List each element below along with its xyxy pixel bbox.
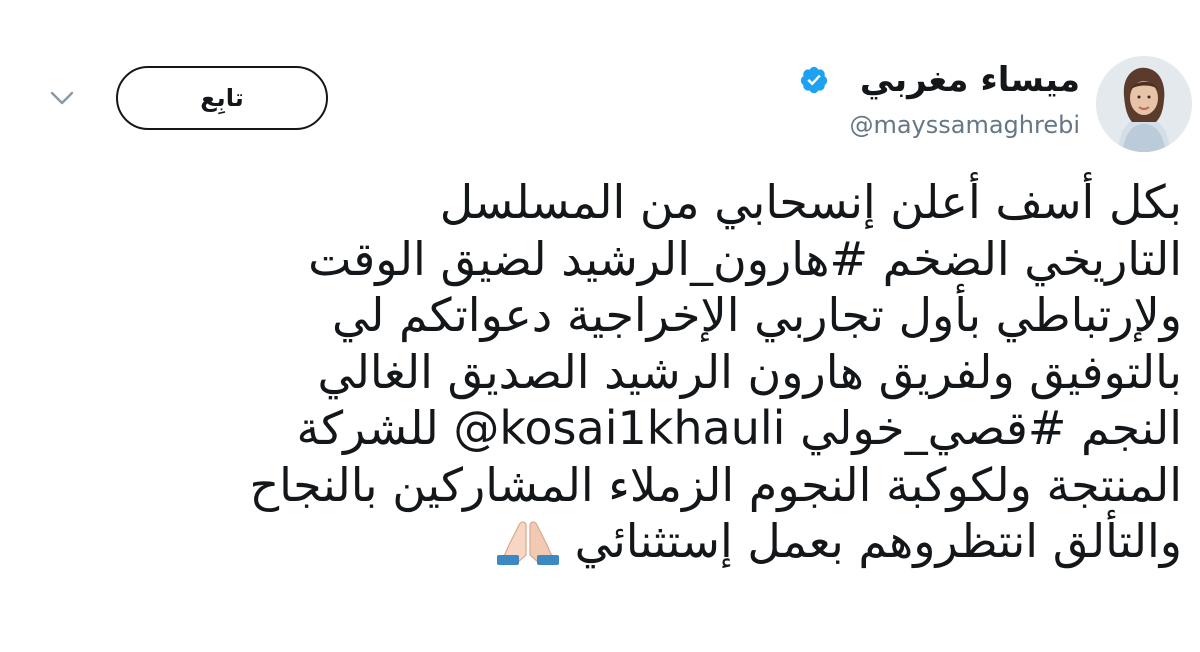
tweet-text-segment: النجم (1066, 401, 1182, 455)
tweet-text-line: بكل أسف أعلن إنسحابي من المسلسل (32, 174, 1182, 231)
tweet-text-segment: المنتجة ولكوكبة النجوم الزملاء المشاركين… (249, 457, 1182, 512)
tweet-text-segment: للشركة (296, 401, 454, 455)
tweet-text-line: والتألق انتظروهم بعمل إستثنائي (32, 513, 1182, 570)
folded-hands-icon (496, 521, 559, 565)
tweet-text-line: التاريخي الضخم #هارون_الرشيد لضيق الوقت (32, 231, 1182, 288)
tweet-text-line: بالتوفيق ولفريق هارون الرشيد الصديق الغا… (32, 344, 1182, 401)
tweet-text-segment: والتألق انتظروهم بعمل إستثنائي (574, 514, 1182, 568)
hashtag-link[interactable]: #هارون_الرشيد (561, 232, 868, 286)
chevron-down-icon[interactable] (48, 88, 76, 108)
mention-link[interactable]: @kosai1khauli (453, 401, 785, 455)
follow-button[interactable]: تابِع (116, 66, 328, 130)
author-display-name[interactable]: ميساء مغربي (860, 58, 1080, 102)
author-handle[interactable]: @mayssamaghrebi (849, 110, 1080, 140)
tweet-text-line: النجم #قصي_خولي @kosai1khauli للشركة (32, 400, 1182, 457)
avatar[interactable] (1096, 56, 1192, 152)
tweet-text-line: ولإرتباطي بأول تجاربي الإخراجية دعواتكم … (32, 287, 1182, 344)
tweet-text-line: المنتجة ولكوكبة النجوم الزملاء المشاركين… (32, 457, 1182, 514)
tweet-text-segment: بكل أسف أعلن إنسحابي من المسلسل (439, 175, 1182, 229)
verified-badge-icon (800, 66, 828, 94)
tweet-text-segment: ولإرتباطي بأول تجاربي الإخراجية دعواتكم … (332, 288, 1182, 342)
tweet-text-segment: التاريخي الضخم (868, 231, 1182, 286)
tweet-card: ميساء مغربي @mayssamaghrebi تابِع بكل أس… (0, 0, 1200, 652)
tweet-text-segment: لضيق الوقت (308, 231, 562, 286)
tweet-text: بكل أسف أعلن إنسحابي من المسلسل التاريخي… (32, 174, 1182, 570)
tweet-text-segment: بالتوفيق ولفريق هارون الرشيد الصديق الغا… (317, 344, 1182, 399)
hashtag-link[interactable]: #قصي_خولي (800, 401, 1066, 455)
